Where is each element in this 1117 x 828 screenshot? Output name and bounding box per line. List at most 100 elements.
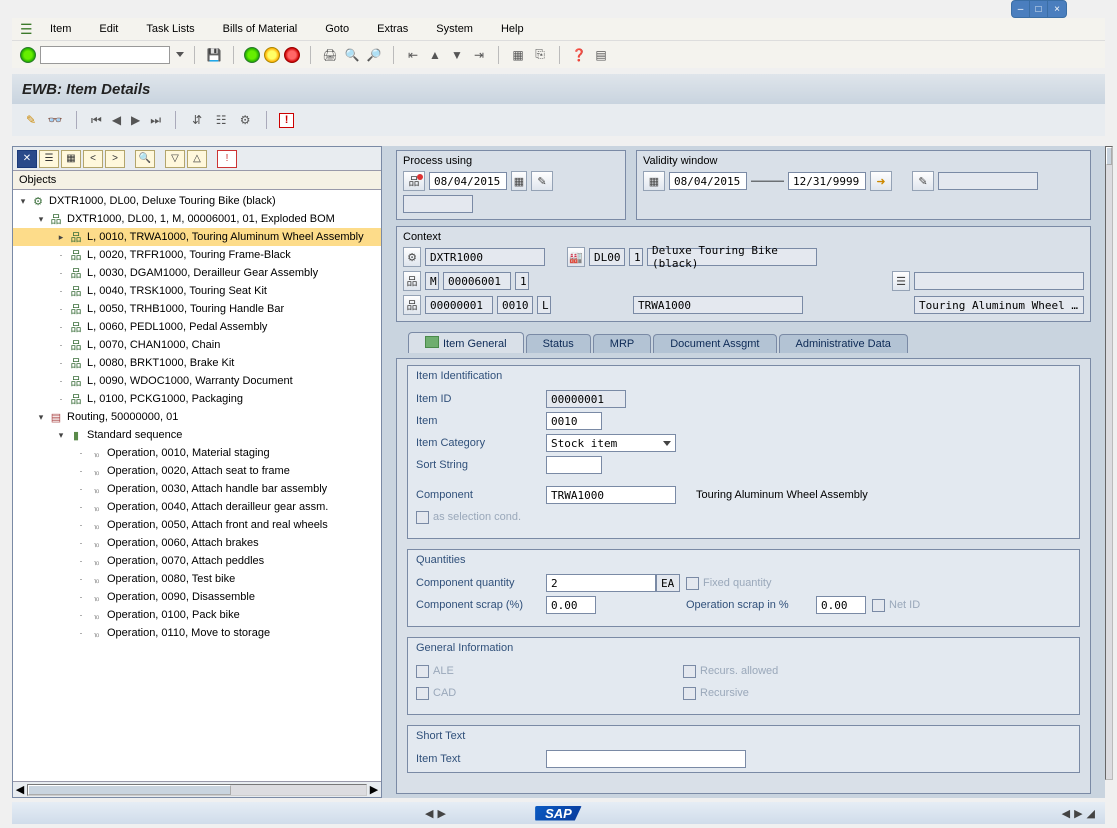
- tree-item[interactable]: L, 0020, TRFR1000, Touring Frame-Black: [87, 249, 291, 261]
- last-icon[interactable]: ⏭: [148, 113, 163, 128]
- first-page-icon[interactable]: ⇤: [404, 46, 422, 64]
- tree-op[interactable]: Operation, 0050, Attach front and real w…: [107, 519, 328, 531]
- page-down-icon[interactable]: ▼: [448, 46, 466, 64]
- tree-op[interactable]: Operation, 0030, Attach handle bar assem…: [107, 483, 327, 495]
- binoculars-icon[interactable]: 🔍: [135, 150, 155, 168]
- tree-root[interactable]: DXTR1000, DL00, Deluxe Touring Bike (bla…: [49, 195, 276, 207]
- scrap-field[interactable]: 0.00: [546, 596, 596, 614]
- calendar-icon[interactable]: ▦: [643, 171, 665, 191]
- error-icon[interactable]: !: [217, 150, 237, 168]
- find-icon[interactable]: 🔍: [343, 46, 361, 64]
- handle-icon[interactable]: ◢: [1087, 807, 1095, 820]
- prev-icon[interactable]: ◀: [110, 113, 123, 127]
- tree-item[interactable]: L, 0030, DGAM1000, Derailleur Gear Assem…: [87, 267, 318, 279]
- tree-std-seq[interactable]: Standard sequence: [87, 429, 182, 441]
- tree-item[interactable]: L, 0090, WDOC1000, Warranty Document: [87, 375, 293, 387]
- tree-tool-icon[interactable]: ☰: [39, 150, 59, 168]
- sort-string-field[interactable]: [546, 456, 602, 474]
- tab-item-general[interactable]: Item General: [408, 332, 524, 353]
- pencil-icon[interactable]: ✎: [912, 171, 934, 191]
- menu-task-lists[interactable]: Task Lists: [142, 23, 198, 35]
- right-bracket-icon[interactable]: >: [105, 150, 125, 168]
- menu-system[interactable]: System: [432, 23, 477, 35]
- tab-document[interactable]: Document Assgmt: [653, 334, 776, 353]
- page-up-icon[interactable]: ▲: [426, 46, 444, 64]
- scroll-right-icon[interactable]: ▶: [437, 807, 445, 820]
- valid-from-field[interactable]: 08/04/2015: [669, 172, 747, 190]
- command-input[interactable]: [40, 46, 170, 64]
- twisty-icon[interactable]: ▾: [55, 429, 67, 441]
- forward-icon[interactable]: ➜: [870, 171, 892, 191]
- tree-item[interactable]: L, 0080, BRKT1000, Brake Kit: [87, 357, 234, 369]
- collapse-all-icon[interactable]: △: [187, 150, 207, 168]
- tree-op[interactable]: Operation, 0070, Attach peddles: [107, 555, 264, 567]
- menu-goto[interactable]: Goto: [321, 23, 353, 35]
- hierarchy-icon[interactable]: 品: [403, 171, 425, 191]
- pencil-icon[interactable]: ✎: [22, 111, 40, 129]
- tree-item[interactable]: L, 0010, TRWA1000, Touring Aluminum Whee…: [87, 231, 364, 243]
- scroll-left-icon[interactable]: ◀: [1062, 807, 1070, 820]
- tree-item[interactable]: L, 0060, PEDL1000, Pedal Assembly: [87, 321, 267, 333]
- tree-icon[interactable]: ☷: [212, 111, 230, 129]
- assignment-icon[interactable]: ⚙: [236, 111, 254, 129]
- exit-button[interactable]: [264, 47, 280, 63]
- window-controls[interactable]: – □ ×: [1011, 0, 1067, 18]
- tree-bom[interactable]: DXTR1000, DL00, 1, M, 00006001, 01, Expl…: [67, 213, 335, 225]
- tree-op[interactable]: Operation, 0060, Attach brakes: [107, 537, 259, 549]
- tab-status[interactable]: Status: [526, 334, 591, 353]
- tree-op[interactable]: Operation, 0040, Attach derailleur gear …: [107, 501, 328, 513]
- left-bracket-icon[interactable]: <: [83, 150, 103, 168]
- tree-op[interactable]: Operation, 0020, Attach seat to frame: [107, 465, 290, 477]
- close-icon[interactable]: ×: [1048, 1, 1066, 17]
- component-field[interactable]: TRWA1000: [546, 486, 676, 504]
- item-text-field[interactable]: [546, 750, 746, 768]
- expand-all-icon[interactable]: ▽: [165, 150, 185, 168]
- tree-scrollbar[interactable]: ◀ ▶: [13, 781, 381, 797]
- menu-help[interactable]: Help: [497, 23, 528, 35]
- help-icon[interactable]: ❓: [570, 46, 588, 64]
- tree-routing[interactable]: Routing, 50000000, 01: [67, 411, 178, 423]
- valid-to-field[interactable]: 12/31/9999: [788, 172, 866, 190]
- info-icon[interactable]: !: [279, 113, 294, 128]
- close-panel-icon[interactable]: ✕: [17, 150, 37, 168]
- glasses-icon[interactable]: 👓: [46, 111, 64, 129]
- right-scrollbar[interactable]: [1105, 146, 1113, 780]
- category-select[interactable]: Stock item: [546, 434, 676, 452]
- date-picker-icon[interactable]: ▦: [511, 171, 527, 191]
- tree-op[interactable]: Operation, 0100, Pack bike: [107, 609, 240, 621]
- menu-edit[interactable]: Edit: [95, 23, 122, 35]
- scroll-left-icon[interactable]: ◀: [13, 783, 27, 796]
- menu-extras[interactable]: Extras: [373, 23, 412, 35]
- tree-item[interactable]: L, 0070, CHAN1000, Chain: [87, 339, 220, 351]
- op-scrap-field[interactable]: 0.00: [816, 596, 866, 614]
- first-icon[interactable]: ⏮: [89, 113, 104, 128]
- pencil-icon[interactable]: ✎: [531, 171, 553, 191]
- tree-op[interactable]: Operation, 0090, Disassemble: [107, 591, 255, 603]
- tree-tool2-icon[interactable]: ▦: [61, 150, 81, 168]
- process-date-field[interactable]: 08/04/2015: [429, 172, 507, 190]
- menu-item[interactable]: Item: [46, 23, 75, 35]
- new-session-icon[interactable]: ▦: [509, 46, 527, 64]
- tree-op[interactable]: Operation, 0010, Material staging: [107, 447, 270, 459]
- back-button[interactable]: [244, 47, 260, 63]
- scroll-right-icon[interactable]: ▶: [1074, 807, 1082, 820]
- find-next-icon[interactable]: 🔎: [365, 46, 383, 64]
- tab-admin[interactable]: Administrative Data: [779, 334, 908, 353]
- save-icon[interactable]: 💾: [205, 46, 223, 64]
- tab-mrp[interactable]: MRP: [593, 334, 651, 353]
- tree-op[interactable]: Operation, 0110, Move to storage: [107, 627, 270, 639]
- print-icon[interactable]: 🖨: [321, 46, 339, 64]
- minimize-icon[interactable]: –: [1012, 1, 1030, 17]
- layout-icon[interactable]: ▤: [592, 46, 610, 64]
- tree-body[interactable]: ▾⚙DXTR1000, DL00, Deluxe Touring Bike (b…: [13, 190, 381, 781]
- next-icon[interactable]: ▶: [129, 113, 142, 127]
- tree-op[interactable]: Operation, 0080, Test bike: [107, 573, 235, 585]
- scroll-left-icon[interactable]: ◀: [425, 807, 433, 820]
- item-field[interactable]: 0010: [546, 412, 602, 430]
- menu-bom[interactable]: Bills of Material: [219, 23, 302, 35]
- tree-item[interactable]: L, 0050, TRHB1000, Touring Handle Bar: [87, 303, 284, 315]
- maximize-icon[interactable]: □: [1030, 1, 1048, 17]
- twisty-icon[interactable]: ▾: [17, 195, 29, 207]
- twisty-icon[interactable]: ▾: [35, 411, 47, 423]
- tree-item[interactable]: L, 0100, PCKG1000, Packaging: [87, 393, 243, 405]
